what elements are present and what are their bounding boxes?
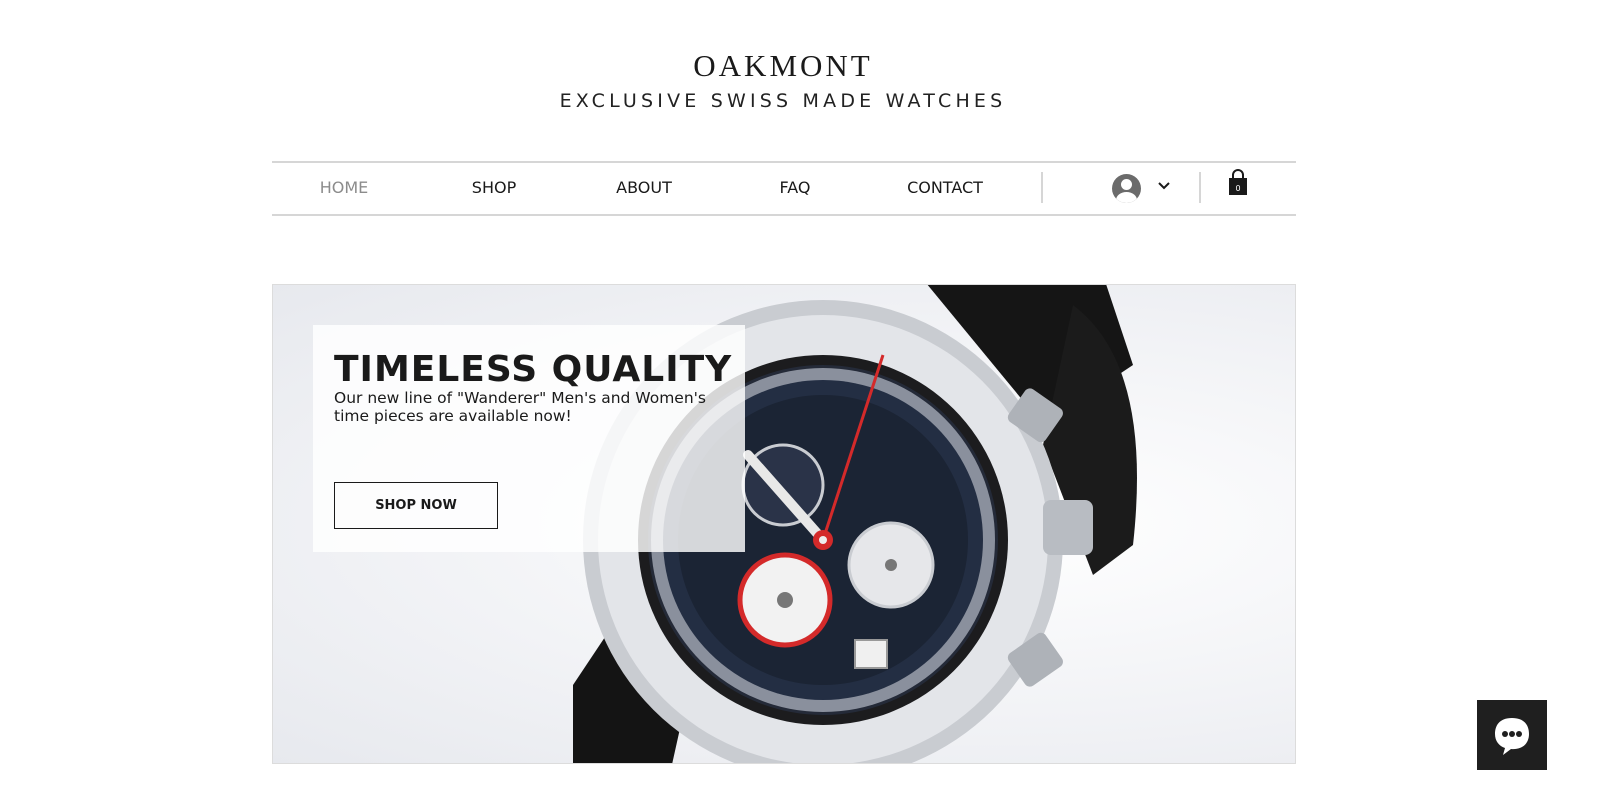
nav-item-about[interactable]: ABOUT <box>594 163 694 214</box>
account-menu[interactable] <box>1112 173 1174 205</box>
hero-subtitle: Our new line of "Wanderer" Men's and Wom… <box>334 389 706 425</box>
brand-tagline: EXCLUSIVE SWISS MADE WATCHES <box>559 90 1007 112</box>
hero-banner: TIMELESS QUALITY Our new line of "Wander… <box>272 284 1296 764</box>
shop-now-button[interactable]: SHOP NOW <box>334 482 498 529</box>
nav-item-faq[interactable]: FAQ <box>745 163 845 214</box>
hero-content-panel: TIMELESS QUALITY Our new line of "Wander… <box>313 325 745 552</box>
shopping-bag-icon: 0 <box>1229 169 1247 195</box>
brand-name[interactable]: OAKMONT <box>0 48 1566 84</box>
brand: OAKMONT EXCLUSIVE SWISS MADE WATCHES <box>0 48 1566 112</box>
nav-divider <box>1199 172 1201 203</box>
chevron-down-icon <box>1158 182 1170 190</box>
cart-count: 0 <box>1235 184 1240 193</box>
nav-item-home[interactable]: HOME <box>294 163 394 214</box>
nav-divider <box>1041 172 1043 203</box>
cart-button[interactable]: 0 <box>1227 169 1249 197</box>
chat-button[interactable] <box>1477 700 1547 770</box>
nav-item-contact[interactable]: CONTACT <box>885 163 1005 214</box>
user-avatar-icon <box>1112 174 1141 203</box>
chat-bubble-icon <box>1495 718 1529 755</box>
main-nav: HOME SHOP ABOUT FAQ CONTACT 0 <box>272 161 1296 216</box>
hero-title: TIMELESS QUALITY <box>334 349 733 390</box>
nav-item-shop[interactable]: SHOP <box>444 163 544 214</box>
